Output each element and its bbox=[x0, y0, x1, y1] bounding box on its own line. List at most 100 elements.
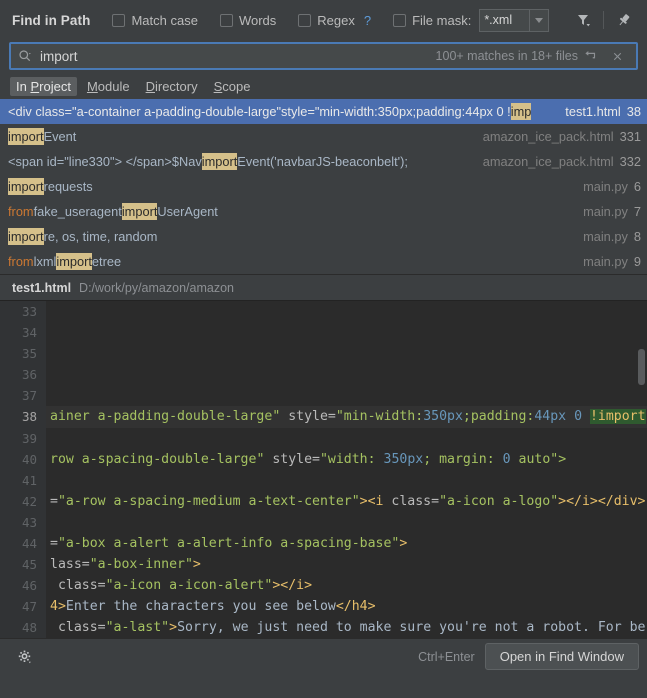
result-row[interactable]: <div class= "a-container a-padding-double… bbox=[0, 99, 647, 124]
editor-line[interactable]: 46 class="a-icon a-icon-alert"></i> bbox=[0, 575, 647, 596]
editor-line[interactable]: 37 bbox=[0, 385, 647, 406]
editor-line[interactable]: 40 row a-spacing-double-large" style="wid… bbox=[0, 449, 647, 470]
editor-line-text[interactable] bbox=[46, 301, 50, 322]
editor-line-number[interactable]: 44 bbox=[0, 533, 46, 554]
preview-file-header[interactable]: test1.html D:/work/py/amazon/amazon bbox=[0, 274, 647, 300]
scope-tab-module[interactable]: Module bbox=[81, 77, 136, 96]
editor-preview[interactable]: 33 34 35 36 37 38 ainer a-padding-double-large… bbox=[0, 300, 647, 638]
editor-line[interactable]: 43 bbox=[0, 512, 647, 533]
open-in-find-window-button[interactable]: Open in Find Window bbox=[484, 643, 639, 670]
editor-line[interactable]: 33 bbox=[0, 301, 647, 322]
editor-line-text[interactable]: ="a-box a-alert a-alert-info a-spacing-b… bbox=[46, 533, 407, 554]
result-row[interactable]: import re, os, time, random main.py 8 bbox=[0, 224, 647, 249]
editor-line-text[interactable]: row a-spacing-double-large" style="width… bbox=[46, 449, 566, 470]
editor-line-text[interactable] bbox=[46, 343, 50, 364]
result-row[interactable]: <span id="line330"> </span>$Nav import Eve… bbox=[0, 149, 647, 174]
option-match-case[interactable]: Match case bbox=[112, 13, 198, 28]
search-input[interactable]: import bbox=[40, 49, 436, 64]
editor-line[interactable]: 48 class="a-last">Sorry, we just need to… bbox=[0, 617, 647, 638]
editor-line-number[interactable]: 39 bbox=[0, 428, 46, 449]
editor-line-text[interactable]: ainer a-padding-double-large" style="min… bbox=[46, 406, 646, 427]
editor-line-background bbox=[46, 343, 647, 364]
editor-line[interactable]: 45 lass="a-box-inner"> bbox=[0, 554, 647, 575]
settings-button[interactable] bbox=[12, 644, 38, 670]
editor-line-text[interactable] bbox=[46, 385, 50, 406]
regex-label: Regex bbox=[317, 12, 355, 28]
editor-line[interactable]: 41 bbox=[0, 470, 647, 491]
result-row[interactable]: from fake_useragent import UserAgent main… bbox=[0, 199, 647, 224]
editor-line-text[interactable]: class="a-last">Sorry, we just need to ma… bbox=[46, 617, 646, 638]
editor-line-number[interactable]: 41 bbox=[0, 470, 46, 491]
editor-line[interactable]: 44 ="a-box a-alert a-alert-info a-spacing… bbox=[0, 533, 647, 554]
editor-line-number[interactable]: 45 bbox=[0, 554, 46, 575]
editor-line-number[interactable]: 36 bbox=[0, 364, 46, 385]
search-icon[interactable] bbox=[18, 49, 32, 63]
editor-scrollbar-thumb[interactable] bbox=[638, 349, 645, 385]
result-file-name: main.py bbox=[583, 204, 628, 219]
result-text-fragment: UserAgent bbox=[157, 204, 218, 219]
editor-token bbox=[582, 409, 590, 424]
file-mask-checkbox[interactable] bbox=[393, 13, 407, 27]
match-case-checkbox[interactable] bbox=[112, 13, 126, 27]
search-results-list[interactable]: <div class= "a-container a-padding-double… bbox=[0, 99, 647, 274]
editor-line-number[interactable]: 37 bbox=[0, 385, 46, 406]
option-words[interactable]: Words bbox=[219, 13, 276, 28]
editor-line-number[interactable]: 47 bbox=[0, 596, 46, 617]
editor-line-text[interactable]: 4>Enter the characters you see below</h4… bbox=[46, 596, 376, 617]
editor-line-number[interactable]: 38 bbox=[0, 406, 46, 427]
editor-line-number[interactable]: 43 bbox=[0, 512, 46, 533]
editor-token: 44px bbox=[534, 409, 567, 425]
editor-code-area[interactable]: 33 34 35 36 37 38 ainer a-padding-double-large… bbox=[0, 301, 647, 638]
shortcut-hint: Ctrl+Enter bbox=[418, 649, 475, 664]
editor-line[interactable]: 34 bbox=[0, 322, 647, 343]
file-mask-label: File mask: bbox=[412, 12, 472, 28]
editor-line-text[interactable] bbox=[46, 364, 50, 385]
result-line-number: 332 bbox=[619, 154, 641, 169]
editor-line-text[interactable] bbox=[46, 322, 50, 343]
close-icon bbox=[613, 52, 621, 60]
editor-line-text[interactable]: ="a-row a-spacing-medium a-text-center">… bbox=[46, 491, 646, 512]
editor-token: "a-last" bbox=[105, 620, 170, 636]
scope-tab-scope[interactable]: Scope bbox=[208, 77, 257, 96]
editor-line-number[interactable]: 34 bbox=[0, 322, 46, 343]
editor-line-number[interactable]: 35 bbox=[0, 343, 46, 364]
file-mask-dropdown-button[interactable] bbox=[529, 8, 550, 32]
result-text-fragment: style= bbox=[281, 104, 315, 119]
editor-line-number[interactable]: 40 bbox=[0, 449, 46, 470]
words-checkbox[interactable] bbox=[219, 13, 233, 27]
filter-button[interactable] bbox=[570, 7, 596, 33]
gear-icon bbox=[18, 650, 31, 663]
editor-line-text[interactable]: lass="a-box-inner"> bbox=[46, 554, 201, 575]
search-history-button[interactable] bbox=[578, 43, 604, 69]
search-clear-button[interactable] bbox=[604, 43, 630, 69]
search-field[interactable]: import 100+ matches in 18+ files bbox=[9, 42, 638, 70]
editor-line-text[interactable]: class="a-icon a-icon-alert"></i> bbox=[46, 575, 312, 596]
option-regex[interactable]: Regex ? bbox=[298, 13, 371, 28]
editor-line[interactable]: 42 ="a-row a-spacing-medium a-text-center… bbox=[0, 491, 647, 512]
editor-line-number[interactable]: 42 bbox=[0, 491, 46, 512]
result-row[interactable]: from lxml import etree main.py 9 bbox=[0, 249, 647, 274]
scope-tab-in-project[interactable]: In Project bbox=[10, 76, 77, 96]
result-text-fragment: from bbox=[8, 254, 34, 269]
editor-line[interactable]: 38 ainer a-padding-double-large" style="m… bbox=[0, 406, 647, 428]
file-mask-combo[interactable]: *.xml bbox=[479, 8, 550, 32]
editor-token: 0 bbox=[574, 409, 583, 425]
result-row[interactable]: import requests main.py 6 bbox=[0, 174, 647, 199]
scope-tab-directory[interactable]: Directory bbox=[140, 77, 204, 96]
editor-line[interactable]: 35 bbox=[0, 343, 647, 364]
editor-line-text[interactable] bbox=[46, 470, 50, 491]
editor-line[interactable]: 39 bbox=[0, 428, 647, 449]
result-row[interactable]: import Event amazon_ice_pack.html 331 bbox=[0, 124, 647, 149]
editor-line-number[interactable]: 48 bbox=[0, 617, 46, 638]
regex-help-icon[interactable]: ? bbox=[364, 13, 371, 28]
pin-button[interactable] bbox=[611, 7, 637, 33]
editor-line[interactable]: 47 4>Enter the characters you see below</… bbox=[0, 596, 647, 617]
editor-line[interactable]: 36 bbox=[0, 364, 647, 385]
option-file-mask[interactable]: File mask: bbox=[393, 13, 471, 28]
editor-line-text[interactable] bbox=[46, 428, 50, 449]
editor-line-number[interactable]: 33 bbox=[0, 301, 46, 322]
file-mask-input[interactable]: *.xml bbox=[479, 8, 530, 32]
editor-line-text[interactable] bbox=[46, 512, 50, 533]
regex-checkbox[interactable] bbox=[298, 13, 312, 27]
editor-line-number[interactable]: 46 bbox=[0, 575, 46, 596]
